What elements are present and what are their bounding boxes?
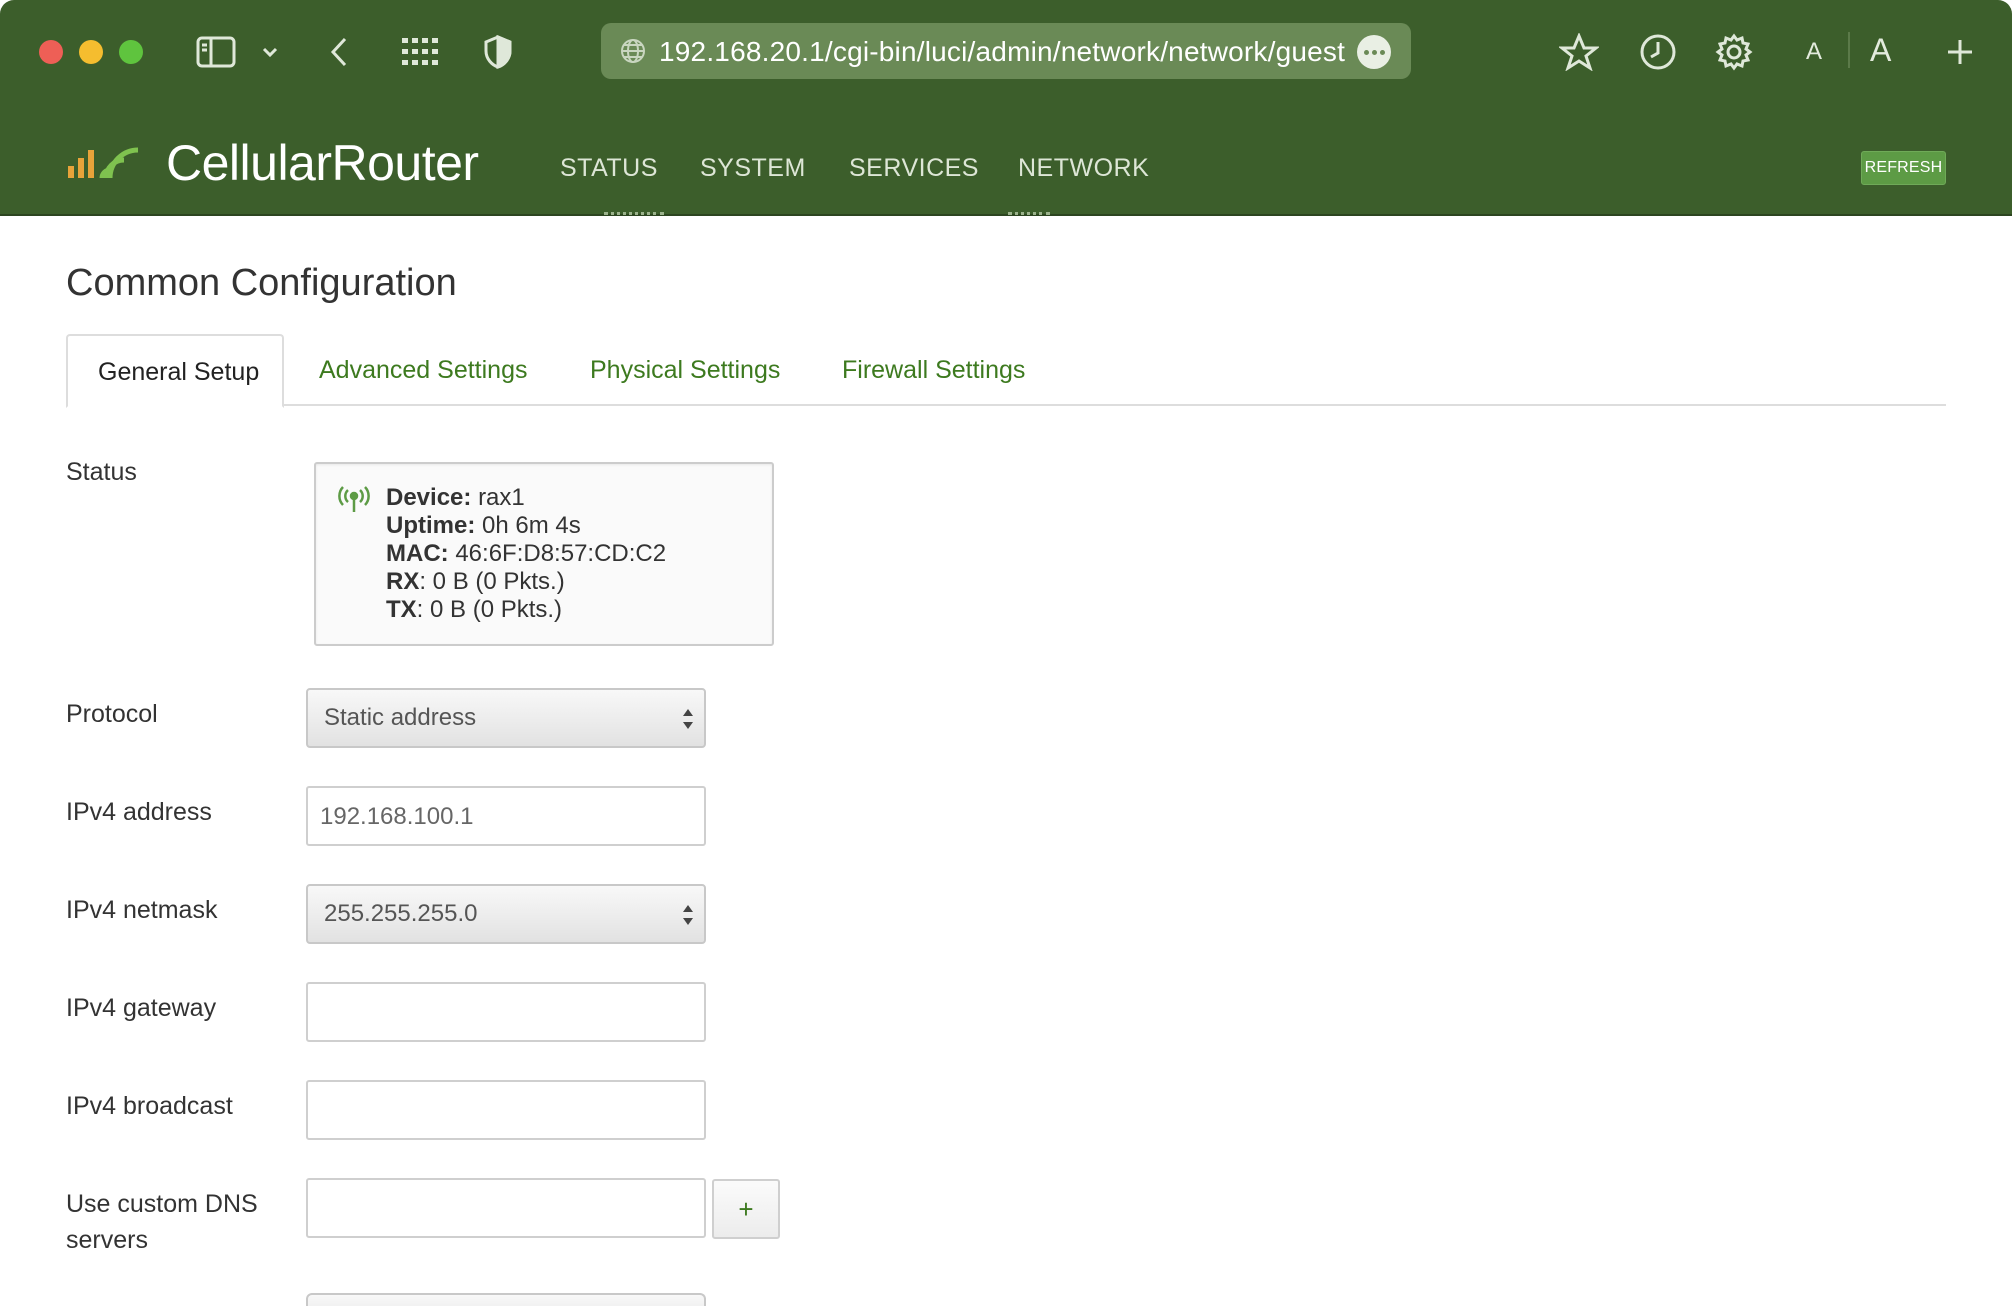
url-text[interactable]: 192.168.20.1/cgi-bin/luci/admin/network/…: [659, 36, 1345, 68]
status-rx-row: RX: 0 B (0 Pkts.): [386, 568, 666, 596]
status-device-row: Device: rax1: [386, 484, 666, 512]
next-field-partial[interactable]: [306, 1293, 706, 1306]
add-dns-button[interactable]: +: [712, 1179, 780, 1239]
settings-gear-icon[interactable]: [1714, 28, 1754, 76]
netmask-selected-value: 255.255.255.0: [324, 900, 478, 927]
dns-server-field[interactable]: [306, 1178, 706, 1238]
toolbar-divider: [1848, 32, 1850, 68]
tx-value: : 0 B (0 Pkts.): [416, 596, 563, 623]
ipv4-broadcast-label: IPv4 broadcast: [66, 1092, 233, 1120]
nav-system[interactable]: SYSTEM: [700, 154, 806, 183]
ipv4-netmask-select[interactable]: 255.255.255.0: [306, 884, 706, 944]
history-clock-icon[interactable]: [1638, 28, 1678, 76]
uptime-key: Uptime:: [386, 512, 476, 539]
globe-icon: [619, 37, 647, 70]
protocol-label: Protocol: [66, 700, 158, 728]
device-value: rax1: [478, 484, 525, 511]
ipv4-address-field[interactable]: 192.168.100.1: [306, 786, 706, 846]
increase-font-button[interactable]: A: [1870, 32, 1891, 69]
ipv4-gateway-label: IPv4 gateway: [66, 994, 217, 1022]
brand-name[interactable]: CellularRouter: [166, 134, 479, 192]
zoom-window-button[interactable]: [119, 40, 143, 64]
tab-general-setup[interactable]: General Setup: [66, 334, 284, 408]
mac-value: 46:6F:D8:57:CD:C2: [455, 540, 667, 567]
back-icon[interactable]: [324, 28, 354, 76]
uptime-value: 0h 6m 4s: [482, 512, 581, 539]
nav-services[interactable]: SERVICES: [849, 154, 979, 183]
status-tx-row: TX: 0 B (0 Pkts.): [386, 596, 666, 624]
protocol-selected-value: Static address: [324, 704, 477, 731]
status-uptime-row: Uptime: 0h 6m 4s: [386, 512, 666, 540]
browser-window: 192.168.20.1/cgi-bin/luci/admin/network/…: [0, 0, 2012, 1306]
tx-key: TX: [386, 596, 417, 623]
ipv4-gateway-field[interactable]: [306, 982, 706, 1042]
nav-indicator: [1008, 212, 1050, 216]
tab-advanced-settings[interactable]: Advanced Settings: [319, 334, 527, 406]
status-mac-row: MAC: 46:6F:D8:57:CD:C2: [386, 540, 666, 568]
bookmark-star-icon[interactable]: [1558, 28, 1600, 76]
sidebar-icon[interactable]: [194, 28, 238, 76]
close-window-button[interactable]: [39, 40, 63, 64]
ipv4-broadcast-field[interactable]: [306, 1080, 706, 1140]
select-arrows-icon: [683, 709, 693, 729]
config-tabs: General Setup Advanced Settings Physical…: [66, 334, 1946, 408]
device-key: Device:: [386, 484, 472, 511]
mac-key: MAC:: [386, 540, 449, 567]
nav-network[interactable]: NETWORK: [1018, 154, 1149, 183]
page-title: Common Configuration: [66, 262, 457, 304]
grid-icon[interactable]: [400, 28, 440, 76]
tab-physical-settings[interactable]: Physical Settings: [590, 334, 780, 406]
more-options-icon[interactable]: [1357, 35, 1391, 69]
ipv4-netmask-label: IPv4 netmask: [66, 896, 218, 924]
rx-key: RX: [386, 568, 420, 595]
refresh-button[interactable]: REFRESH: [1861, 151, 1946, 185]
new-tab-plus-icon[interactable]: [1942, 28, 1978, 76]
app-header: CellularRouter STATUS SYSTEM SERVICES NE…: [0, 104, 2012, 216]
browser-toolbar: 192.168.20.1/cgi-bin/luci/admin/network/…: [0, 0, 2012, 104]
protocol-select[interactable]: Static address: [306, 688, 706, 748]
dns-servers-label: Use custom DNS servers: [66, 1186, 258, 1258]
dns-label-line1: Use custom DNS: [66, 1190, 258, 1218]
rx-value: : 0 B (0 Pkts.): [419, 568, 565, 595]
status-label: Status: [66, 458, 137, 486]
decrease-font-button[interactable]: A: [1806, 38, 1822, 66]
minimize-window-button[interactable]: [79, 40, 103, 64]
tab-firewall-settings[interactable]: Firewall Settings: [842, 334, 1025, 406]
chevron-down-icon[interactable]: [258, 28, 282, 76]
nav-indicator: [604, 212, 664, 216]
address-bar[interactable]: 192.168.20.1/cgi-bin/luci/admin/network/…: [601, 23, 1411, 79]
signal-logo-icon: [66, 136, 150, 180]
ipv4-address-label: IPv4 address: [66, 798, 212, 826]
select-arrows-icon: [683, 905, 693, 925]
shield-icon[interactable]: [482, 28, 514, 76]
nav-status[interactable]: STATUS: [560, 154, 658, 183]
dns-label-line2: servers: [66, 1226, 148, 1254]
status-details: Device: rax1 Uptime: 0h 6m 4s MAC: 46:6F…: [386, 484, 666, 624]
status-panel: Device: rax1 Uptime: 0h 6m 4s MAC: 46:6F…: [314, 462, 774, 646]
wireless-antenna-icon: [338, 486, 370, 519]
